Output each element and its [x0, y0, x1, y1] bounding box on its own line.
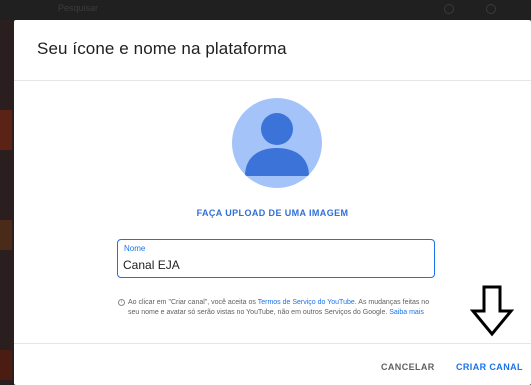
- terms-of-service-link[interactable]: Termos de Serviço do YouTube: [258, 299, 355, 306]
- thumbnail-fragment: [0, 350, 12, 380]
- upload-image-link[interactable]: FAÇA UPLOAD DE UMA IMAGEM: [14, 208, 531, 218]
- name-input[interactable]: [123, 257, 423, 273]
- search-hint: Pesquisar: [58, 3, 99, 13]
- thumbnail-fragment: [0, 220, 12, 250]
- terms-prefix: Ao clicar em "Criar canal", você aceita …: [128, 299, 258, 306]
- divider: [14, 80, 531, 81]
- create-channel-dialog: Seu ícone e nome na plataforma FAÇA UPLO…: [14, 20, 531, 385]
- create-channel-button[interactable]: CRIAR CANAL: [456, 362, 523, 372]
- divider: [14, 343, 531, 344]
- name-field[interactable]: Nome: [117, 239, 435, 278]
- learn-more-link[interactable]: Saiba mais: [389, 309, 424, 316]
- dialog-title: Seu ícone e nome na plataforma: [37, 39, 287, 58]
- page-header-backdrop: Pesquisar: [0, 0, 531, 20]
- search-icon: [444, 4, 454, 14]
- name-field-label: Nome: [124, 244, 146, 253]
- info-icon: i: [118, 299, 125, 306]
- mic-icon: [486, 4, 496, 14]
- terms-text: Ao clicar em "Criar canal", você aceita …: [128, 298, 436, 318]
- cancel-button[interactable]: CANCELAR: [381, 362, 435, 372]
- down-arrow-icon: [470, 285, 514, 337]
- account-circle-icon: [232, 98, 322, 188]
- thumbnail-fragment: [0, 110, 12, 150]
- page-sidebar-backdrop: [0, 20, 14, 385]
